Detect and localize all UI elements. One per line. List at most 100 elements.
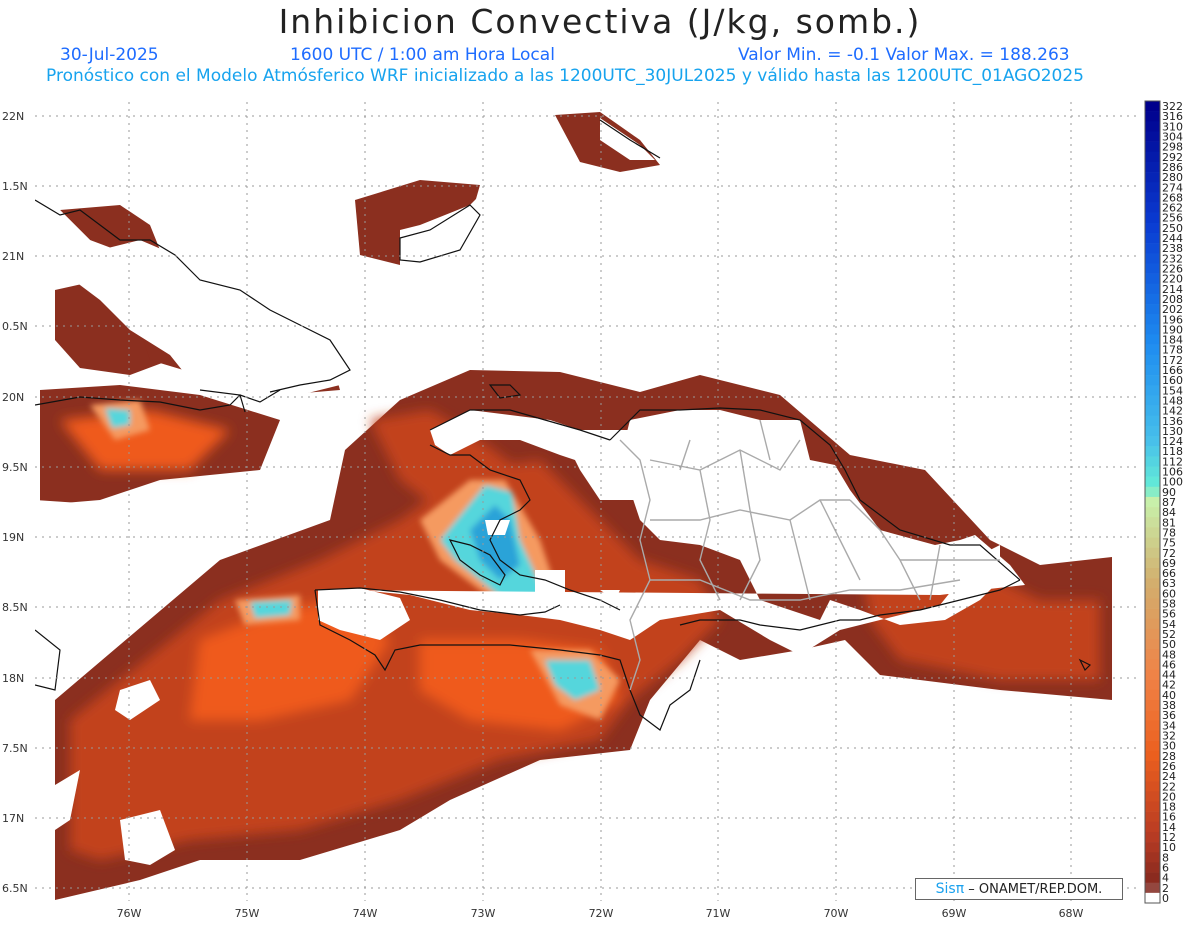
lat-label: 20N	[2, 391, 24, 404]
colorbar-swatch	[1145, 324, 1160, 335]
colorbar-swatch	[1145, 293, 1160, 305]
credit-text: – ONAMET/REP.DOM.	[968, 882, 1103, 897]
colorbar-swatch	[1145, 161, 1160, 173]
colorbar-swatch	[1145, 537, 1160, 548]
lon-label: 74W	[353, 907, 378, 920]
colorbar-swatch	[1145, 791, 1160, 802]
colorbar-swatch	[1145, 456, 1160, 467]
colorbar-swatch	[1145, 892, 1160, 904]
colorbar-swatch	[1145, 557, 1160, 569]
colorbar-swatch	[1145, 314, 1160, 325]
colorbar-swatch	[1145, 628, 1160, 640]
colorbar-swatch	[1145, 222, 1160, 234]
colorbar-swatch	[1145, 232, 1160, 244]
colorbar-swatch	[1145, 862, 1160, 873]
colorbar-swatch	[1145, 639, 1160, 650]
colorbar-swatch	[1145, 101, 1160, 112]
colorbar-swatch	[1145, 364, 1160, 376]
colorbar-swatch	[1145, 304, 1160, 315]
colorbar-swatch	[1145, 202, 1160, 213]
colorbar-swatch	[1145, 415, 1160, 427]
colorbar-swatch	[1145, 354, 1160, 366]
colorbar-swatch	[1145, 131, 1160, 142]
lon-label: 70W	[824, 907, 849, 920]
colorbar-swatch	[1145, 588, 1160, 599]
lat-label: 17N	[2, 812, 24, 825]
colorbar-swatch	[1145, 273, 1160, 285]
colorbar-swatch	[1145, 669, 1160, 680]
colorbar-swatch	[1145, 466, 1160, 477]
colorbar-swatch	[1145, 334, 1160, 345]
colorbar-swatch	[1145, 852, 1160, 863]
lon-label: 73W	[471, 907, 496, 920]
colorbar-swatch	[1145, 172, 1160, 183]
lon-label: 68W	[1059, 907, 1084, 920]
cin-field	[35, 112, 1112, 901]
colorbar-swatch	[1145, 547, 1160, 559]
colorbar-swatch	[1145, 811, 1160, 823]
colorbar-swatch	[1145, 121, 1160, 132]
colorbar-swatch	[1145, 618, 1160, 630]
lon-label: 76W	[117, 907, 142, 920]
colorbar-swatch	[1145, 253, 1160, 264]
lon-label: 69W	[942, 907, 967, 920]
colorbar-swatch	[1145, 781, 1160, 792]
colorbar-swatch	[1145, 446, 1160, 457]
lat-label: 1.5N	[2, 180, 28, 193]
colorbar-swatch	[1145, 375, 1160, 386]
lat-label: 18N	[2, 672, 24, 685]
colorbar-swatch	[1145, 141, 1160, 153]
lat-label: 19N	[2, 531, 24, 544]
colorbar-swatch	[1145, 831, 1160, 843]
credit-box: Sisπ – ONAMET/REP.DOM.	[915, 878, 1123, 900]
colorbar-swatch	[1145, 243, 1160, 254]
colorbar-swatch	[1145, 283, 1160, 295]
lon-labels: 76W 75W 74W 73W 72W 71W 70W 69W 68W	[117, 907, 1084, 920]
colorbar-swatch	[1145, 882, 1160, 894]
colorbar-swatch	[1145, 821, 1160, 833]
lon-label: 72W	[589, 907, 614, 920]
lat-label: 6.5N	[2, 882, 28, 895]
colorbar-swatch	[1145, 425, 1160, 437]
colorbar-swatch	[1145, 507, 1160, 518]
colorbar-swatch	[1145, 476, 1160, 488]
colorbar-swatch	[1145, 872, 1160, 883]
colorbar-swatch	[1145, 486, 1160, 498]
lat-label: 21N	[2, 250, 24, 263]
colorbar-swatch	[1145, 801, 1160, 812]
colorbar-swatch	[1145, 578, 1160, 589]
colorbar-swatch	[1145, 111, 1160, 122]
colorbar-swatch	[1145, 710, 1160, 721]
lat-label: 7.5N	[2, 742, 28, 755]
colorbar-swatch	[1145, 436, 1160, 447]
lat-label: 8.5N	[2, 601, 28, 614]
colorbar-swatch	[1145, 527, 1160, 538]
lat-label: 22N	[2, 110, 24, 123]
colorbar-swatch	[1145, 405, 1160, 417]
colorbar-swatch	[1145, 151, 1160, 163]
colorbar-swatch	[1145, 649, 1160, 660]
colorbar: 3223163103042982922862802742682622562502…	[1144, 100, 1183, 905]
colorbar-swatch	[1145, 263, 1160, 274]
colorbar-swatch	[1145, 760, 1160, 772]
colorbar-swatch	[1145, 730, 1160, 741]
colorbar-swatch	[1145, 395, 1160, 406]
lat-label: 0.5N	[2, 320, 28, 333]
colorbar-swatch	[1145, 344, 1160, 356]
colorbar-swatch	[1145, 182, 1160, 193]
colorbar-swatch	[1145, 679, 1160, 691]
lon-label: 75W	[235, 907, 260, 920]
colorbar-swatch	[1145, 385, 1160, 396]
colorbar-swatch	[1145, 750, 1160, 762]
colorbar-swatch	[1145, 740, 1160, 752]
colorbar-swatch	[1145, 659, 1160, 670]
colorbar-swatch	[1145, 699, 1160, 711]
colorbar-swatch	[1145, 842, 1160, 853]
colorbar-swatch	[1145, 608, 1160, 620]
colorbar-swatch	[1145, 720, 1160, 731]
colorbar-swatch	[1145, 496, 1160, 508]
colorbar-swatch	[1145, 598, 1160, 609]
colorbar-swatch	[1145, 212, 1160, 224]
colorbar-swatch	[1145, 771, 1160, 782]
lat-labels: 22N 1.5N 21N 0.5N 20N 9.5N 19N 8.5N 18N …	[2, 110, 28, 895]
